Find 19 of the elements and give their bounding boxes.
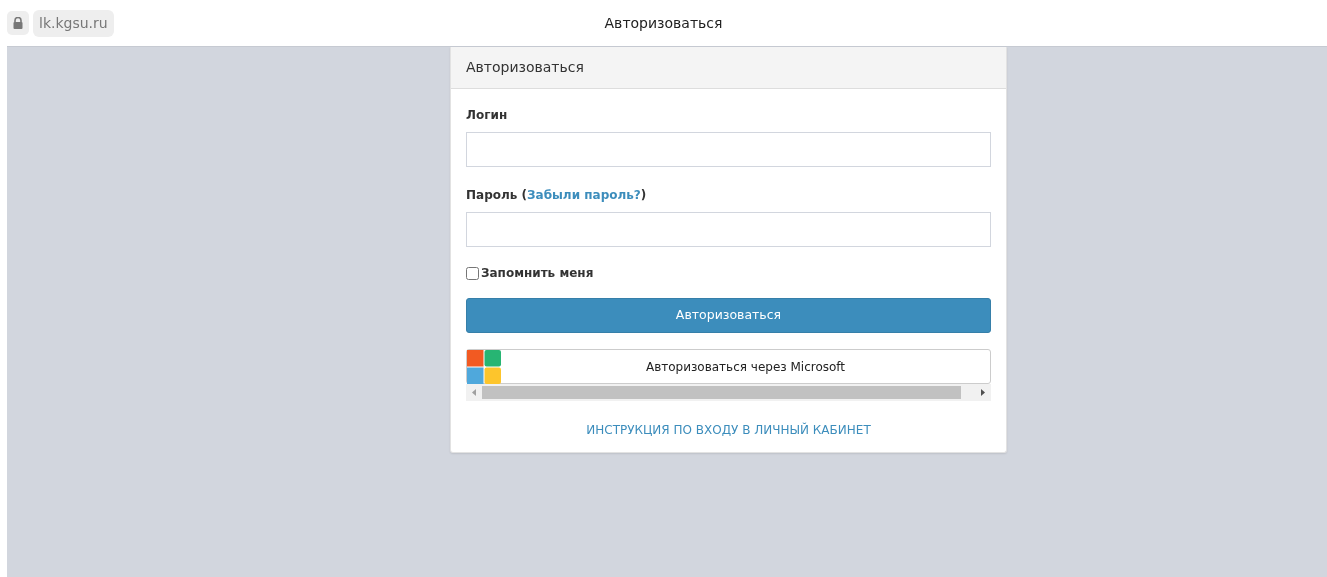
login-field[interactable] <box>466 132 991 167</box>
microsoft-login-button[interactable]: Авторизоваться через Microsoft <box>466 349 991 384</box>
lock-icon <box>7 11 29 35</box>
url-text[interactable]: lk.kgsu.ru <box>33 9 114 37</box>
scroll-right-icon[interactable] <box>981 389 985 396</box>
card-title: Авторизоваться <box>451 47 1006 89</box>
scroll-left-icon[interactable] <box>472 389 476 396</box>
remember-label: Запомнить меня <box>481 265 594 282</box>
windows-logo-icon <box>467 349 501 384</box>
horizontal-scrollbar[interactable] <box>466 384 991 401</box>
remember-checkbox[interactable] <box>466 266 479 280</box>
page-title: Авторизоваться <box>604 13 723 33</box>
instructions-link[interactable]: ИНСТРУКЦИЯ ПО ВХОДУ В ЛИЧНЫЙ КАБИНЕТ <box>586 421 871 439</box>
forgot-password-link[interactable]: Забыли пароль? <box>527 188 641 202</box>
login-label: Логин <box>466 107 508 124</box>
password-field[interactable] <box>466 212 991 247</box>
password-label: Пароль (Забыли пароль?) <box>466 187 647 204</box>
login-button[interactable]: Авторизоваться <box>466 298 991 333</box>
scrollbar-thumb[interactable] <box>482 386 961 399</box>
